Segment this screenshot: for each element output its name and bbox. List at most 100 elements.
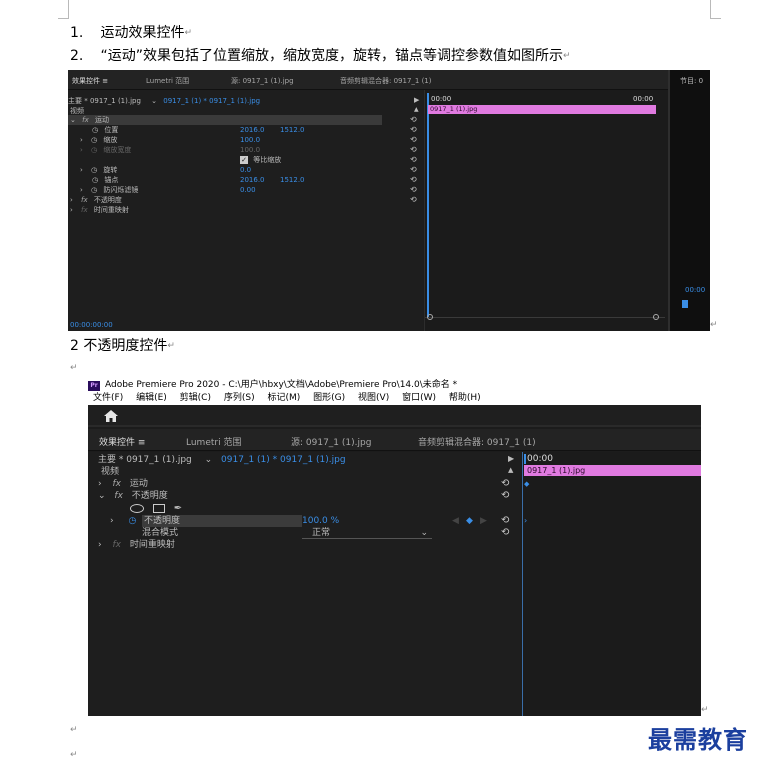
effect-row-time-remap[interactable]: › fx 时间重映射 [70, 205, 129, 215]
tab-audio-clip-mixer[interactable]: 音频剪辑混合器: 0917_1 (1) [418, 435, 536, 448]
menu-view[interactable]: 视图(V) [358, 393, 389, 403]
stopwatch-icon[interactable]: ◷ [91, 146, 97, 154]
reset-icon[interactable]: ⟲ [410, 135, 419, 144]
reset-icon[interactable]: ⟲ [501, 490, 513, 502]
scroll-up-icon[interactable]: ▲ [414, 106, 419, 113]
play-triangle-icon[interactable]: ▶ [508, 454, 514, 463]
anchor-y-value[interactable]: 1512.0 [280, 175, 305, 185]
chevron-down-icon[interactable]: ⌄ [205, 455, 213, 465]
add-keyframe-icon[interactable]: ◆ [466, 515, 473, 527]
tab-lumetri-scopes[interactable]: Lumetri 范围 [186, 435, 241, 448]
fx-icon[interactable]: fx [81, 196, 88, 204]
effect-row-motion[interactable]: › fx 运动 [98, 478, 148, 490]
tab-audio-clip-mixer[interactable]: 音频剪辑混合器: 0917_1 (1) [340, 76, 432, 86]
position-y-value[interactable]: 1512.0 [280, 125, 305, 135]
clip-bar[interactable]: 0917_1 (1).jpg [524, 465, 701, 476]
master-clip-label[interactable]: 主要 * 0917_1 (1).jpg [98, 455, 192, 465]
menu-sequence[interactable]: 序列(S) [224, 393, 255, 403]
playhead-line[interactable] [427, 93, 429, 317]
tab-source[interactable]: 源: 0917_1 (1).jpg [231, 76, 294, 86]
chevron-right-icon[interactable]: › [70, 196, 73, 204]
opacity-value[interactable]: 100.0 % [302, 515, 339, 527]
chevron-right-icon[interactable]: › [80, 136, 83, 144]
reset-icon[interactable]: ⟲ [501, 478, 513, 490]
chevron-right-icon[interactable]: › [80, 166, 83, 174]
clip-bar[interactable]: 0917_1 (1).jpg [428, 105, 656, 114]
menu-markers[interactable]: 标记(M) [267, 393, 300, 403]
reset-icon[interactable]: ⟲ [410, 185, 419, 194]
home-icon[interactable] [104, 410, 118, 422]
tab-lumetri-scopes[interactable]: Lumetri 范围 [146, 76, 189, 86]
scale-value[interactable]: 100.0 [240, 135, 260, 145]
menu-edit[interactable]: 编辑(E) [136, 393, 167, 403]
chevron-down-icon[interactable]: ⌄ [420, 527, 428, 539]
scroll-up-icon[interactable]: ▲ [508, 466, 513, 474]
stopwatch-icon[interactable]: ◷ [91, 166, 97, 174]
rectangle-mask-icon[interactable] [152, 504, 165, 513]
position-x-value[interactable]: 2016.0 [240, 125, 265, 135]
anchor-x-value[interactable]: 2016.0 [240, 175, 265, 185]
playhead-handle[interactable] [524, 454, 526, 464]
effect-row-motion[interactable]: ⌄ fx 运动 [68, 115, 382, 125]
reset-icon[interactable]: ⟲ [410, 195, 419, 204]
current-timecode[interactable]: 00:00:00:00 [70, 320, 113, 330]
chevron-down-icon[interactable]: ⌄ [151, 97, 157, 105]
prev-keyframe-icon[interactable]: ◀ [452, 515, 459, 527]
reset-icon[interactable]: ⟲ [410, 145, 419, 154]
effect-row-time-remap[interactable]: › fx 时间重映射 [98, 539, 175, 551]
reset-icon[interactable]: ⟲ [501, 527, 513, 539]
effect-row-opacity[interactable]: ⌄ fx 不透明度 [98, 490, 168, 502]
chevron-right-icon[interactable]: › [98, 479, 102, 489]
fx-icon[interactable]: fx [114, 491, 123, 501]
reset-icon[interactable]: ⟲ [410, 165, 419, 174]
play-triangle-icon[interactable]: ▶ [414, 96, 419, 104]
timeline-scrollbar[interactable] [425, 317, 665, 318]
stopwatch-icon[interactable]: ◷ [92, 126, 98, 134]
chevron-right-icon[interactable]: › [98, 540, 102, 550]
sequence-clip-label[interactable]: 0917_1 (1) * 0917_1 (1).jpg [221, 455, 346, 465]
chevron-right-icon[interactable]: › [110, 516, 114, 526]
reset-icon[interactable]: ⟲ [501, 515, 513, 527]
scroll-handle-right[interactable] [653, 314, 659, 320]
fx-icon[interactable]: fx [112, 540, 121, 550]
tab-effect-controls[interactable]: 效果控件 ≡ [72, 76, 108, 92]
blend-mode-select[interactable]: 正常 ⌄ [302, 527, 432, 539]
stopwatch-icon[interactable]: ◷ [91, 136, 97, 144]
keyframe-marker[interactable]: ◆ [524, 480, 529, 488]
reset-icon[interactable]: ⟲ [410, 175, 419, 184]
chevron-right-icon[interactable]: › [70, 206, 73, 214]
stopwatch-icon[interactable]: ◷ [91, 186, 97, 194]
menu-help[interactable]: 帮助(H) [449, 393, 481, 403]
menu-file[interactable]: 文件(F) [93, 393, 123, 403]
chevron-down-icon[interactable]: ⌄ [70, 116, 76, 124]
reset-icon[interactable]: ⟲ [410, 115, 419, 124]
keyframe-nav-marker[interactable]: › [524, 516, 527, 525]
fx-icon[interactable]: fx [82, 116, 89, 124]
stopwatch-icon[interactable]: ◷ [128, 516, 136, 526]
tab-program[interactable]: 节目: 0 [680, 76, 703, 86]
chevron-right-icon[interactable]: › [80, 186, 83, 194]
next-keyframe-icon[interactable]: ▶ [480, 515, 487, 527]
scroll-handle-left[interactable] [427, 314, 433, 320]
chevron-right-icon[interactable]: › [80, 146, 83, 154]
fx-icon[interactable]: fx [112, 479, 121, 489]
effect-row-opacity[interactable]: › fx 不透明度 [70, 195, 122, 205]
reset-icon[interactable]: ⟲ [410, 155, 419, 164]
sequence-clip-label[interactable]: 0917_1 (1) * 0917_1 (1).jpg [163, 97, 260, 105]
anti-flicker-value[interactable]: 0.00 [240, 185, 256, 195]
pen-icon[interactable]: ✒ [174, 503, 182, 514]
menu-graphics[interactable]: 图形(G) [313, 393, 345, 403]
chevron-down-icon[interactable]: ⌄ [98, 491, 106, 501]
checkbox-checked-icon[interactable]: ✓ [240, 156, 248, 164]
master-clip-label[interactable]: 主要 * 0917_1 (1).jpg [68, 97, 141, 105]
ellipse-mask-icon[interactable] [130, 504, 144, 513]
tab-effect-controls[interactable]: 效果控件 ≡ [99, 435, 145, 455]
tab-source[interactable]: 源: 0917_1 (1).jpg [291, 435, 371, 448]
menu-clip[interactable]: 剪辑(C) [180, 393, 211, 403]
menu-window[interactable]: 窗口(W) [402, 393, 436, 403]
fx-icon[interactable]: fx [81, 206, 88, 214]
stopwatch-icon[interactable]: ◷ [92, 176, 98, 184]
reset-icon[interactable]: ⟲ [410, 125, 419, 134]
playhead-marker[interactable] [682, 300, 688, 308]
rotation-value[interactable]: 0.0 [240, 165, 251, 175]
